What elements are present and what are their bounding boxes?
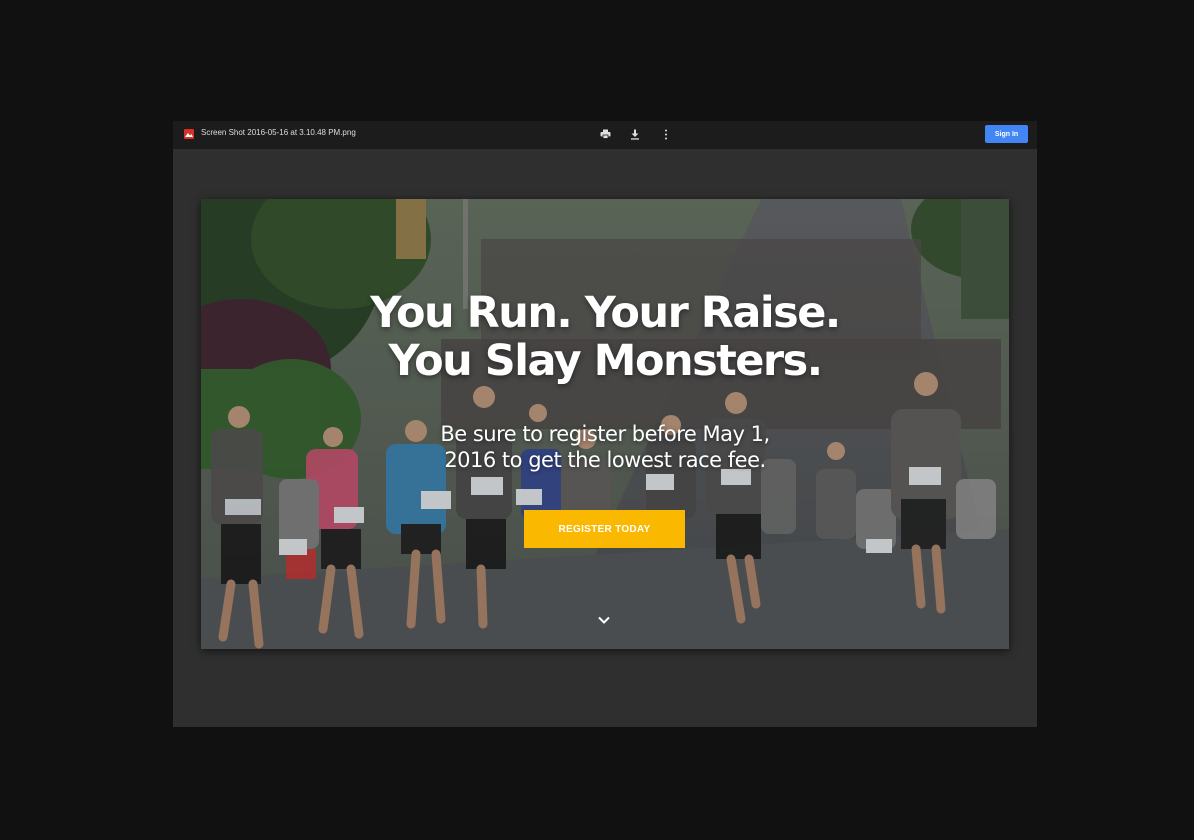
displayed-screenshot: You Run. Your Raise. You Slay Monsters. … [201,199,1009,649]
file-name: Screen Shot 2016-05-16 at 3.10.48 PM.png [201,128,356,137]
hero-title: You Run. Your Raise. You Slay Monsters. [201,289,1009,385]
download-icon[interactable] [628,127,642,141]
sign-in-button[interactable]: Sign In [985,125,1028,143]
hero-subtitle: Be sure to register before May 1, 2016 t… [201,421,1009,473]
hero-title-line-2: You Slay Monsters. [388,336,823,386]
hero-title-line-1: You Run. Your Raise. [370,288,841,338]
chevron-down-icon[interactable] [597,615,611,625]
hero-subtitle-line-1: Be sure to register before May 1, [440,422,770,446]
image-file-icon [184,129,194,139]
register-today-button[interactable]: REGISTER TODAY [524,510,685,548]
more-vert-icon[interactable] [659,127,673,141]
viewer-toolbar: Screen Shot 2016-05-16 at 3.10.48 PM.png [173,121,1037,149]
hero-subtitle-line-2: 2016 to get the lowest race fee. [444,448,766,472]
screen: Screen Shot 2016-05-16 at 3.10.48 PM.png [0,0,1194,840]
image-viewer: Screen Shot 2016-05-16 at 3.10.48 PM.png [173,121,1037,727]
print-icon[interactable] [598,127,612,141]
